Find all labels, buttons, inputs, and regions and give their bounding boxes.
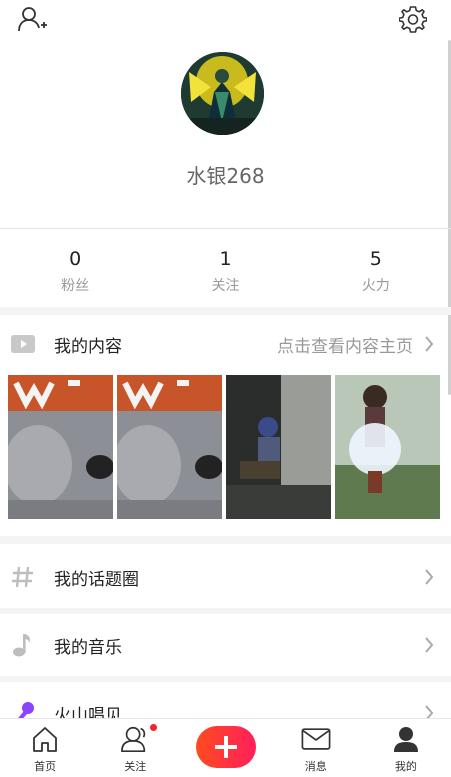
- bottom-nav: 首页 关注 消息 我的: [0, 718, 451, 777]
- home-icon: [30, 724, 60, 754]
- stat-fans[interactable]: 0 粉丝: [0, 229, 150, 307]
- avatar[interactable]: [181, 52, 264, 135]
- chevron-right-icon: [421, 334, 437, 354]
- content-thumbnails: [8, 375, 443, 519]
- plus-icon: [195, 726, 256, 768]
- stat-value: 1: [219, 248, 232, 270]
- stat-fire[interactable]: 5 火力: [301, 229, 451, 307]
- video-play-icon: [11, 332, 35, 356]
- profile-section: 水银268: [0, 40, 451, 228]
- section-gap: [0, 536, 451, 544]
- video-thumbnail-2[interactable]: [117, 375, 222, 519]
- video-thumbnail-1[interactable]: [8, 375, 113, 519]
- video-thumbnail-4[interactable]: [335, 375, 440, 519]
- chevron-right-icon: [421, 567, 437, 587]
- mail-icon: [301, 724, 331, 754]
- content-home-link[interactable]: 点击查看内容主页: [277, 332, 413, 357]
- chevron-right-icon: [421, 635, 437, 655]
- nav-label: 关注: [124, 760, 147, 773]
- top-bar: [0, 0, 451, 40]
- gear-icon[interactable]: [398, 4, 428, 34]
- nav-following[interactable]: 关注: [90, 719, 180, 777]
- stat-label: 关注: [211, 278, 240, 294]
- nav-label: 首页: [34, 760, 57, 773]
- people-icon: [120, 724, 150, 754]
- nav-me[interactable]: 我的: [361, 719, 451, 777]
- user-icon: [391, 724, 421, 754]
- stats-bar: 0 粉丝 1 关注 5 火力: [0, 229, 451, 307]
- menu-label: 我的音乐: [54, 637, 122, 658]
- stat-label: 粉丝: [61, 278, 90, 294]
- username: 水银268: [186, 164, 265, 188]
- nav-label: 消息: [304, 760, 327, 773]
- menu-my-music[interactable]: 我的音乐: [0, 614, 451, 676]
- stat-value: 0: [69, 248, 82, 270]
- video-thumbnail-3[interactable]: [226, 375, 331, 519]
- notification-dot: [150, 724, 158, 731]
- music-note-icon: [11, 633, 35, 657]
- my-content-header[interactable]: 我的内容 点击查看内容主页: [0, 315, 451, 373]
- person-plus-icon[interactable]: [18, 4, 48, 34]
- nav-create[interactable]: [180, 719, 270, 777]
- menu-label: 我的话题圈: [54, 569, 139, 590]
- nav-messages[interactable]: 消息: [271, 719, 361, 777]
- stat-value: 5: [369, 248, 382, 270]
- menu-topic-circle[interactable]: 我的话题圈: [0, 546, 451, 608]
- section-gap: [0, 307, 451, 315]
- stat-following[interactable]: 1 关注: [150, 229, 300, 307]
- nav-label: 我的: [394, 760, 417, 773]
- hashtag-icon: [11, 565, 35, 589]
- nav-home[interactable]: 首页: [0, 719, 90, 777]
- stat-label: 火力: [361, 278, 390, 294]
- my-content-title: 我的内容: [54, 336, 122, 357]
